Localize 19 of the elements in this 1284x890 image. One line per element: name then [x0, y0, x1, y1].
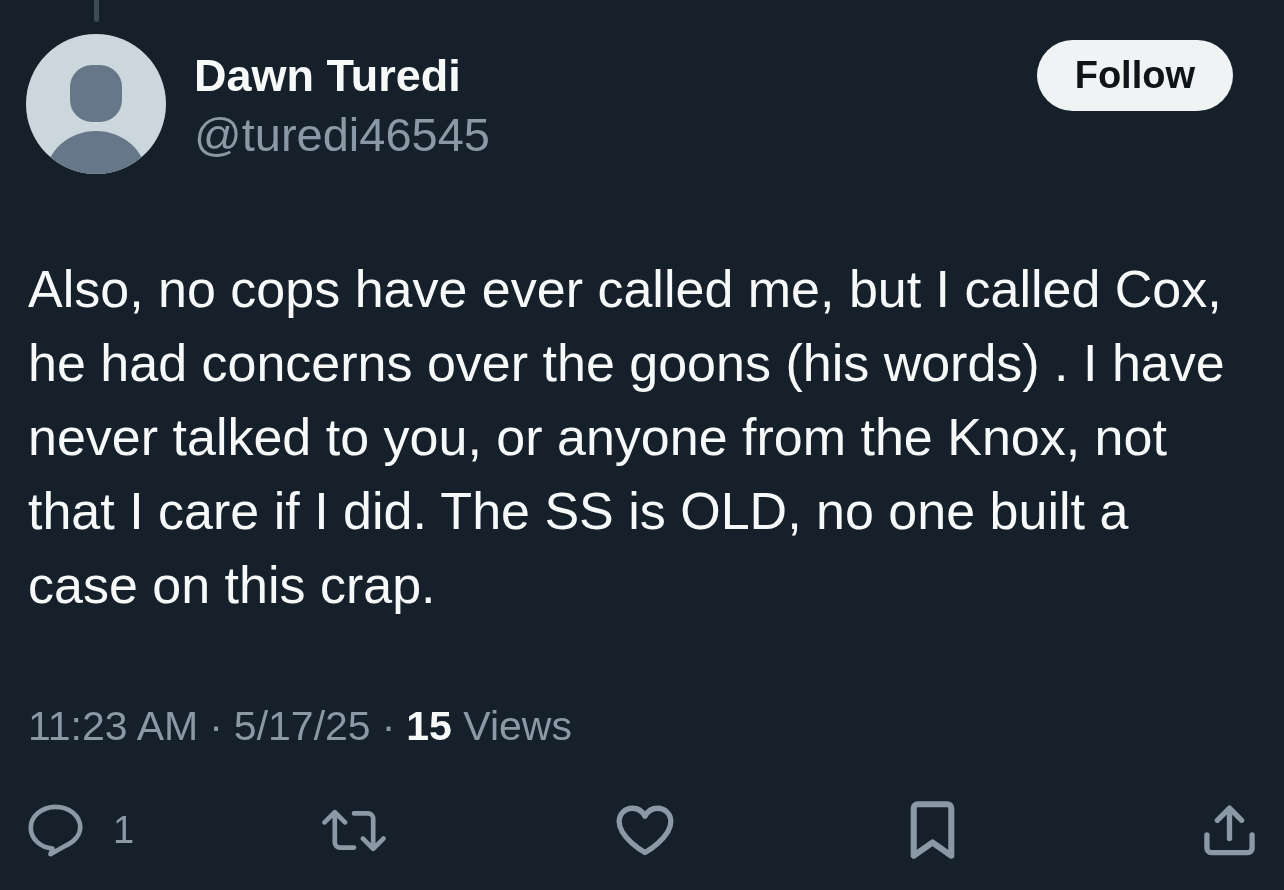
display-name[interactable]: Dawn Turedi [194, 50, 461, 102]
follow-button[interactable]: Follow [1036, 40, 1233, 111]
reply-button[interactable]: 1 [28, 803, 135, 857]
repost-button[interactable] [322, 808, 386, 852]
separator-dot: · [381, 702, 396, 751]
share-icon [1204, 804, 1255, 856]
bookmark-button[interactable] [910, 801, 955, 859]
separator-dot: · [209, 702, 223, 751]
view-count[interactable]: 15 Views [406, 702, 572, 751]
bookmark-icon [910, 801, 955, 859]
share-button[interactable] [1204, 804, 1255, 856]
post-text: Also, no cops have ever called me, but I called Cox, he had concerns over the goons (his words) . I have never talked to you, or anyone from the Knox, not that I care if I did. The SS is OLD, no one built a case on this crap. [28, 259, 1226, 616]
speech-bubble-icon [28, 803, 83, 857]
repost-arrows-icon [322, 808, 386, 852]
like-button[interactable] [616, 804, 674, 856]
post-date[interactable]: 5/17/25 [233, 702, 371, 751]
post-time[interactable]: 11:23 AM [28, 702, 199, 751]
heart-icon [616, 804, 674, 856]
username[interactable]: @turedi46545 [194, 108, 490, 162]
